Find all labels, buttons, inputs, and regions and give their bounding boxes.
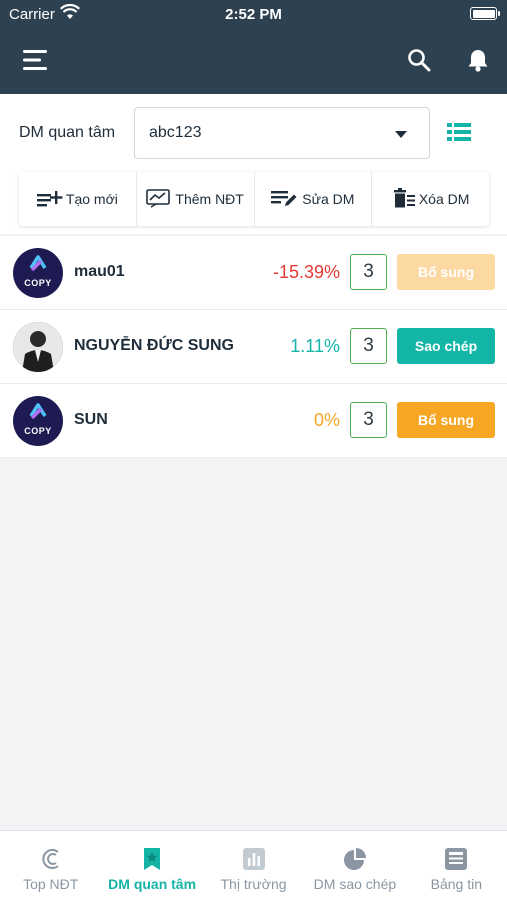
tab-watchlist[interactable]: DM quan tâm — [101, 831, 202, 900]
bookmark-icon — [142, 846, 162, 872]
investor-row[interactable]: COPY mau01 -15.39% 3 Bổ sung — [0, 236, 507, 310]
filter-label: DM quan tâm — [19, 124, 116, 141]
top-investor-icon — [39, 846, 63, 872]
news-icon — [443, 846, 469, 872]
chart-add-icon — [146, 188, 172, 211]
status-time: 2:52 PM — [225, 6, 282, 23]
delete-list-button[interactable]: Xóa DM — [372, 172, 489, 226]
create-list-button[interactable]: Tạo mới — [19, 172, 137, 226]
investor-change: 0% — [313, 410, 340, 430]
list-view-icon[interactable] — [447, 122, 471, 144]
tab-market[interactable]: Thị trường — [203, 831, 304, 900]
investor-row[interactable]: NGUYỄN ĐỨC SUNG 1.11% 3 Sao chép — [0, 310, 507, 384]
add-investor-label: Thêm NĐT — [175, 191, 244, 207]
tab-news[interactable]: Bảng tin — [406, 831, 507, 900]
bar-chart-icon — [242, 846, 266, 872]
investor-name: NGUYỄN ĐỨC SUNG — [74, 337, 234, 354]
delete-list-label: Xóa DM — [418, 191, 470, 207]
add-more-button[interactable]: Bổ sung — [397, 402, 495, 438]
trash-icon — [392, 187, 416, 212]
investor-change: -15.39% — [272, 262, 340, 282]
investor-count-badge: 3 — [350, 402, 387, 438]
edit-list-label: Sửa DM — [302, 191, 355, 207]
add-investor-button[interactable]: Thêm NĐT — [137, 172, 255, 226]
investor-name: mau01 — [74, 263, 125, 280]
investor-row[interactable]: COPY SUN 0% 3 Bổ sung — [0, 384, 507, 458]
tab-label: Thị trường — [220, 876, 287, 892]
tab-top-investor[interactable]: Top NĐT — [0, 831, 101, 900]
battery-icon — [470, 7, 500, 20]
investor-count-badge: 3 — [350, 328, 387, 364]
chevron-down-icon — [395, 131, 407, 138]
tab-label: DM quan tâm — [108, 876, 197, 892]
edit-list-icon — [271, 188, 299, 211]
search-icon[interactable] — [401, 42, 437, 78]
pie-chart-icon — [343, 846, 367, 872]
tab-label: Bảng tin — [430, 876, 483, 892]
copy-logo-avatar: COPY — [13, 248, 63, 298]
investor-change: 1.11% — [290, 336, 340, 356]
copy-trade-button[interactable]: Sao chép — [397, 328, 495, 364]
bell-icon[interactable] — [460, 42, 496, 78]
tab-copy-list[interactable]: DM sao chép — [304, 831, 405, 900]
tab-label: DM sao chép — [313, 876, 397, 892]
edit-list-button[interactable]: Sửa DM — [255, 172, 373, 226]
investor-list: COPY mau01 -15.39% 3 Bổ sung NGUYỄN ĐỨC … — [0, 236, 507, 458]
copy-logo-avatar: COPY — [13, 396, 63, 446]
tab-label: Top NĐT — [23, 876, 79, 892]
investor-count-badge: 3 — [350, 254, 387, 290]
watchlist-select[interactable]: abc123 — [134, 107, 430, 159]
add-list-icon — [36, 188, 63, 211]
investor-photo-avatar — [13, 322, 63, 372]
copy-logo-text: COPY — [24, 426, 52, 436]
watchlist-toolbar: Tạo mới Thêm NĐT Sửa DM Xóa DM — [19, 172, 489, 226]
bottom-nav: Top NĐT DM quan tâm Thị trường DM sao ch… — [0, 830, 507, 900]
menu-icon[interactable] — [18, 42, 54, 78]
copy-logo-text: COPY — [24, 278, 52, 288]
create-list-label: Tạo mới — [65, 191, 118, 207]
watchlist-select-value: abc123 — [149, 124, 202, 141]
app-header: Carrier 2:52 PM — [0, 0, 507, 94]
status-bar: Carrier 2:52 PM — [0, 0, 507, 28]
investor-name: SUN — [74, 411, 108, 428]
add-more-button[interactable]: Bổ sung — [397, 254, 495, 290]
